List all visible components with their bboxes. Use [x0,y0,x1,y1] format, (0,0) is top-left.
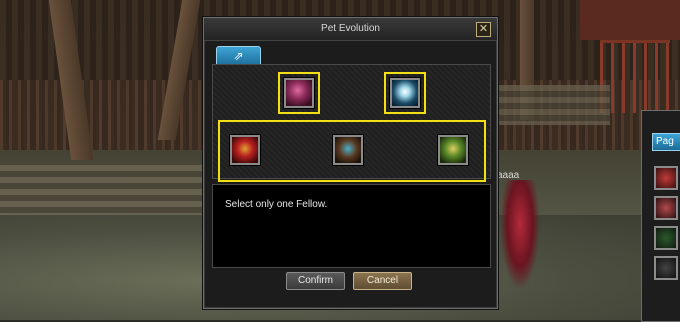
red-fellow-pet-icon[interactable] [230,135,260,165]
pet-slot-icon[interactable] [654,226,678,250]
pet-selection-panel [212,64,491,182]
side-window: Pag [641,110,680,322]
pet-slot-icon[interactable] [654,256,678,280]
stone-stairs [490,85,610,125]
evolve-arrow-icon: ⇗ [233,49,244,63]
green-fellow-pet-icon[interactable] [438,135,468,165]
close-icon[interactable]: ✕ [476,22,491,37]
dialog-titlebar[interactable]: Pet Evolution ✕ [204,18,497,41]
penguin-pet-icon[interactable] [390,78,420,108]
cancel-button[interactable]: Cancel [353,272,412,290]
pet-slot-icon[interactable] [654,166,678,190]
character-name: aaaa [497,170,520,181]
pink-creature-pet-icon[interactable] [284,78,314,108]
building-roof [580,0,680,40]
dark-fellow-pet-icon[interactable] [333,135,363,165]
player-character[interactable] [500,180,540,290]
side-window-tab[interactable]: Pag [652,133,680,151]
instruction-text: Select only one Fellow. [225,199,328,210]
pet-evolution-dialog: Pet Evolution ✕ ⇗ Select only one Fellow… [203,17,498,309]
message-box: Select only one Fellow. [212,184,491,268]
pet-slot-icon[interactable] [654,196,678,220]
confirm-button[interactable]: Confirm [286,272,345,290]
red-railing [600,40,670,113]
dialog-title: Pet Evolution [321,23,380,34]
